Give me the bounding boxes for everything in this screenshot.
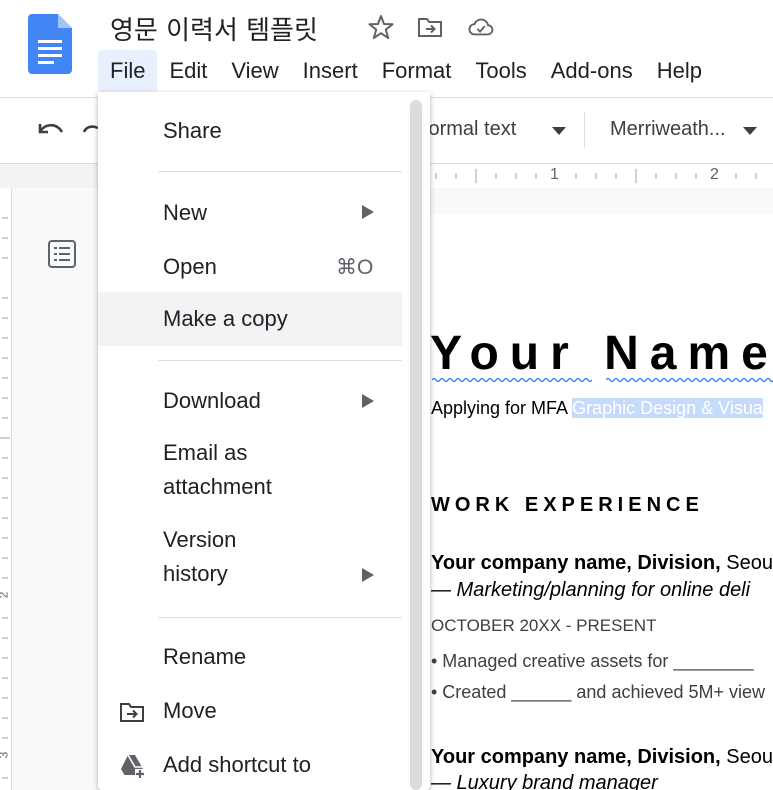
menu-item-label: Download [163, 388, 261, 413]
paragraph-style-select[interactable]: lormal text [424, 118, 516, 141]
toolbar-divider [584, 112, 585, 148]
selected-text[interactable]: Graphic Design & Visua [572, 398, 763, 418]
menu-separator [158, 171, 402, 172]
job-bullet[interactable]: • Created ______ and achieved 5M+ view [431, 682, 765, 703]
menu-separator [158, 360, 402, 361]
chevron-down-icon[interactable] [552, 127, 566, 136]
resume-name[interactable]: Your Name [430, 326, 773, 381]
menu-scrollbar[interactable] [410, 100, 422, 790]
job-title[interactable]: Your company name, Division, Seou [431, 552, 773, 575]
document-title[interactable]: 영문 이력서 템플릿 [110, 10, 318, 47]
drive-shortcut-icon [121, 754, 145, 779]
job-company: Your company name, Division, [431, 746, 721, 768]
menu-item-label: Rename [163, 644, 247, 669]
menu-item-download[interactable]: Download [98, 382, 402, 424]
menu-item-label: Make a copy [163, 306, 288, 331]
spellcheck-underline [606, 377, 773, 383]
move-to-folder-icon [120, 703, 144, 722]
menu-item-label: attachment [163, 474, 272, 499]
menu-item-label: Share [163, 118, 222, 143]
ruler-mark: 2 [710, 166, 719, 183]
cloud-saved-icon[interactable] [468, 14, 494, 40]
menu-insert[interactable]: Insert [291, 50, 370, 92]
vertical-ruler-mark: 3 [0, 752, 10, 759]
font-select[interactable]: Merriweath... [610, 118, 726, 141]
menu-item-label: Version [163, 527, 237, 552]
menu-item-open[interactable]: Open ⌘O [98, 246, 402, 288]
menu-add-ons[interactable]: Add-ons [539, 50, 645, 92]
job-company: Your company name, Division, [431, 552, 721, 574]
vertical-ruler-ticks [0, 217, 10, 779]
submenu-arrow-icon [362, 394, 374, 408]
submenu-arrow-icon [362, 205, 374, 219]
menu-item-label: Email as [163, 440, 248, 465]
menu-item-new[interactable]: New [98, 192, 402, 234]
menu-item-label: history [163, 561, 228, 586]
menu-item-share[interactable]: Share [98, 112, 402, 152]
submenu-arrow-icon [362, 568, 374, 582]
job-bullet[interactable]: • Managed creative assets for ________ [431, 651, 754, 672]
undo-icon[interactable] [34, 118, 66, 142]
applying-prefix: Applying for MFA [431, 398, 573, 418]
menu-file[interactable]: File [98, 50, 158, 92]
ruler-mark: 1 [550, 166, 559, 183]
keyboard-shortcut: ⌘O [336, 256, 374, 279]
menu-item-label: Move [163, 698, 217, 723]
vertical-ruler-mark: 2 [0, 592, 10, 599]
menu-item-add-shortcut[interactable]: Add shortcut to [98, 746, 402, 790]
spellcheck-underline [432, 377, 592, 383]
job-role[interactable]: — Marketing/planning for online deli [431, 579, 750, 602]
menu-item-label: New [163, 200, 208, 225]
menu-item-make-copy[interactable]: Make a copy [98, 292, 402, 346]
job-title[interactable]: Your company name, Division, Seou [431, 746, 773, 769]
menu-bar: File Edit View Insert Format Tools Add-o… [98, 48, 714, 94]
ruler-ticks [435, 169, 757, 183]
job-location: Seou [720, 746, 773, 768]
menu-edit[interactable]: Edit [157, 50, 219, 92]
menu-format[interactable]: Format [370, 50, 464, 92]
star-icon[interactable] [368, 14, 394, 40]
menu-separator [158, 617, 402, 618]
menu-item-version-history[interactable]: Version history [98, 523, 402, 595]
section-heading-work[interactable]: WORK EXPERIENCE [431, 494, 704, 517]
menu-item-label: Open [163, 254, 217, 279]
job-location: Seou [720, 552, 773, 574]
menu-item-move[interactable]: Move [98, 692, 402, 734]
menu-item-rename[interactable]: Rename [98, 638, 402, 680]
menu-tools[interactable]: Tools [463, 50, 538, 92]
menu-view[interactable]: View [219, 50, 290, 92]
google-docs-icon[interactable] [28, 14, 72, 74]
chevron-down-icon[interactable] [743, 127, 757, 136]
menu-help[interactable]: Help [645, 50, 714, 92]
job-role[interactable]: — Luxury brand manager [431, 772, 658, 790]
menu-item-email-attachment[interactable]: Email as attachment [98, 436, 402, 508]
menu-item-label: Add shortcut to [163, 752, 311, 777]
file-menu-dropdown: Share New Open ⌘O Make a copy Download E… [98, 92, 430, 790]
move-to-folder-icon[interactable] [417, 14, 443, 40]
job-dates[interactable]: OCTOBER 20XX - PRESENT [431, 616, 656, 636]
document-outline-icon[interactable] [46, 238, 78, 270]
applying-line[interactable]: Applying for MFA Graphic Design & Visua [431, 398, 763, 419]
